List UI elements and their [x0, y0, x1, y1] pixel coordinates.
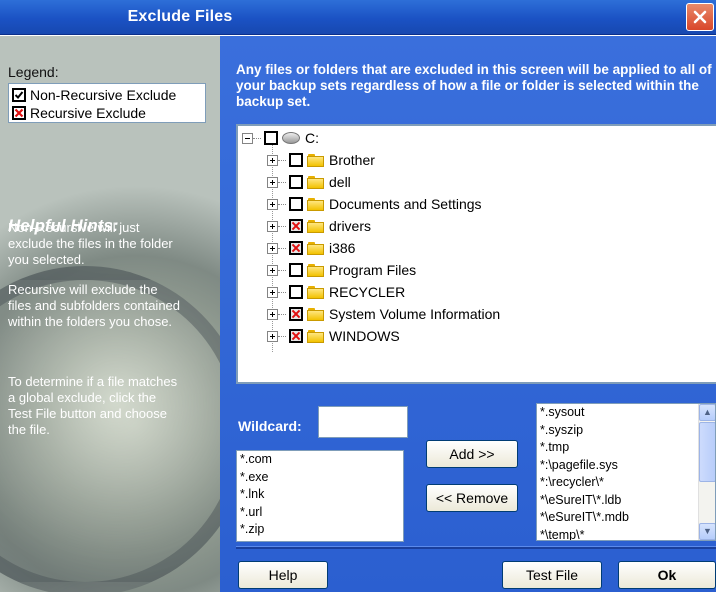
- folder-icon: [307, 241, 324, 255]
- legend-box: Non-Recursive Exclude Recursive Exclude: [8, 83, 206, 123]
- legend-label: Legend:: [8, 64, 59, 80]
- collapse-toggle[interactable]: [242, 132, 253, 144]
- tree-item[interactable]: Documents and Settings: [267, 194, 482, 214]
- legend-item-recursive: Recursive Exclude: [12, 104, 146, 122]
- tree-root[interactable]: C:: [242, 128, 319, 148]
- available-wildcards-list[interactable]: *.com *.exe *.lnk *.url *.zip: [236, 450, 404, 542]
- folder-icon: [307, 307, 324, 321]
- tree-item-label: i386: [329, 240, 356, 256]
- tree-item-label: RECYCLER: [329, 284, 406, 300]
- expand-toggle[interactable]: [267, 286, 278, 298]
- checkbox[interactable]: [289, 175, 303, 189]
- tree-item-label: System Volume Information: [329, 306, 501, 322]
- help-button[interactable]: Help: [238, 561, 328, 589]
- scroll-up-arrow-icon[interactable]: ▲: [699, 404, 715, 421]
- tree-item[interactable]: dell: [267, 172, 351, 192]
- folder-tree[interactable]: C: Brother dell Documents and Settings d…: [236, 124, 716, 384]
- list-item[interactable]: *.com: [240, 451, 403, 469]
- recursive-checkbox[interactable]: [289, 219, 303, 233]
- scroll-down-arrow-icon[interactable]: ▼: [699, 523, 715, 540]
- close-button[interactable]: [686, 3, 714, 31]
- tree-item-label: C:: [305, 130, 319, 146]
- list-item[interactable]: *.syszip: [540, 422, 715, 440]
- checkbox[interactable]: [289, 197, 303, 211]
- list-item[interactable]: *.lnk: [240, 486, 403, 504]
- hint-paragraph: Non-Recursive will just exclude the file…: [8, 220, 173, 267]
- list-item[interactable]: *:\recycler\*: [540, 474, 715, 492]
- list-item[interactable]: *.zip: [240, 521, 403, 539]
- tree-item-label: Documents and Settings: [329, 196, 482, 212]
- expand-toggle[interactable]: [267, 198, 278, 210]
- expand-toggle[interactable]: [267, 220, 278, 232]
- divider: [236, 546, 716, 549]
- tree-item[interactable]: drivers: [267, 216, 371, 236]
- legend-item-non-recursive: Non-Recursive Exclude: [12, 86, 176, 104]
- tree-item[interactable]: RECYCLER: [267, 282, 405, 302]
- main-panel: Any files or folders that are excluded i…: [220, 36, 716, 592]
- legend-item-label: Non-Recursive Exclude: [30, 87, 177, 103]
- scrollbar-thumb[interactable]: [699, 422, 715, 482]
- sidebar: Legend: Non-Recursive Exclude Recursive …: [0, 36, 220, 592]
- list-item[interactable]: *.tmp: [540, 439, 715, 457]
- tree-item-label: drivers: [329, 218, 372, 234]
- expand-toggle[interactable]: [267, 242, 278, 254]
- close-icon: [693, 10, 707, 24]
- folder-icon: [307, 285, 324, 299]
- list-item[interactable]: *.exe: [240, 469, 403, 487]
- recursive-checkbox[interactable]: [289, 329, 303, 343]
- tree-item-label: Program Files: [329, 262, 417, 278]
- tree-item[interactable]: WINDOWS: [267, 326, 400, 346]
- checkbox[interactable]: [289, 285, 303, 299]
- folder-icon: [307, 263, 324, 277]
- recursive-checkbox[interactable]: [289, 241, 303, 255]
- expand-toggle[interactable]: [267, 330, 278, 342]
- folder-icon: [307, 175, 324, 189]
- checkbox[interactable]: [289, 153, 303, 167]
- title-bar: Exclude Files: [0, 0, 716, 35]
- expand-toggle[interactable]: [267, 154, 278, 166]
- list-item[interactable]: *\temp\*: [540, 527, 715, 541]
- list-item[interactable]: *.sysout: [540, 404, 715, 422]
- folder-icon: [307, 197, 324, 211]
- legend-item-label: Recursive Exclude: [30, 105, 146, 121]
- expand-toggle[interactable]: [267, 308, 278, 320]
- excluded-wildcards-list[interactable]: *.sysout *.syszip *.tmp *:\pagefile.sys …: [536, 403, 716, 541]
- hint-paragraph: To determine if a file matches a global …: [8, 374, 178, 437]
- recursive-box-icon: [12, 106, 26, 120]
- checked-box-icon: [12, 88, 26, 102]
- folder-icon: [307, 153, 324, 167]
- description-text: Any files or folders that are excluded i…: [236, 62, 712, 109]
- wildcard-label: Wildcard:: [238, 418, 302, 434]
- drive-icon: [282, 132, 300, 144]
- scrollbar[interactable]: ▲ ▼: [698, 404, 715, 540]
- folder-icon: [307, 219, 324, 233]
- tree-item[interactable]: Program Files: [267, 260, 416, 280]
- hint-paragraph: Recursive will exclude the files and sub…: [8, 282, 181, 329]
- tree-item-label: WINDOWS: [329, 328, 400, 344]
- expand-toggle[interactable]: [267, 176, 278, 188]
- list-item[interactable]: *.url: [240, 504, 403, 522]
- recursive-checkbox[interactable]: [289, 307, 303, 321]
- expand-toggle[interactable]: [267, 264, 278, 276]
- window-title: Exclude Files: [127, 8, 233, 25]
- add-button[interactable]: Add >>: [426, 440, 518, 468]
- list-item[interactable]: *\eSureIT\*.mdb: [540, 509, 715, 527]
- checkbox[interactable]: [289, 263, 303, 277]
- ok-button[interactable]: Ok: [618, 561, 716, 589]
- test-file-button[interactable]: Test File: [502, 561, 602, 589]
- list-item[interactable]: *:\pagefile.sys: [540, 457, 715, 475]
- remove-button[interactable]: << Remove: [426, 484, 518, 512]
- list-item[interactable]: *\eSureIT\*.ldb: [540, 492, 715, 510]
- tree-item-label: dell: [329, 174, 351, 190]
- tree-item[interactable]: System Volume Information: [267, 304, 500, 324]
- tree-item-label: Brother: [329, 152, 375, 168]
- tree-item[interactable]: Brother: [267, 150, 375, 170]
- folder-icon: [307, 329, 324, 343]
- tree-item[interactable]: i386: [267, 238, 355, 258]
- wildcard-input[interactable]: [318, 406, 408, 438]
- checkbox[interactable]: [264, 131, 278, 145]
